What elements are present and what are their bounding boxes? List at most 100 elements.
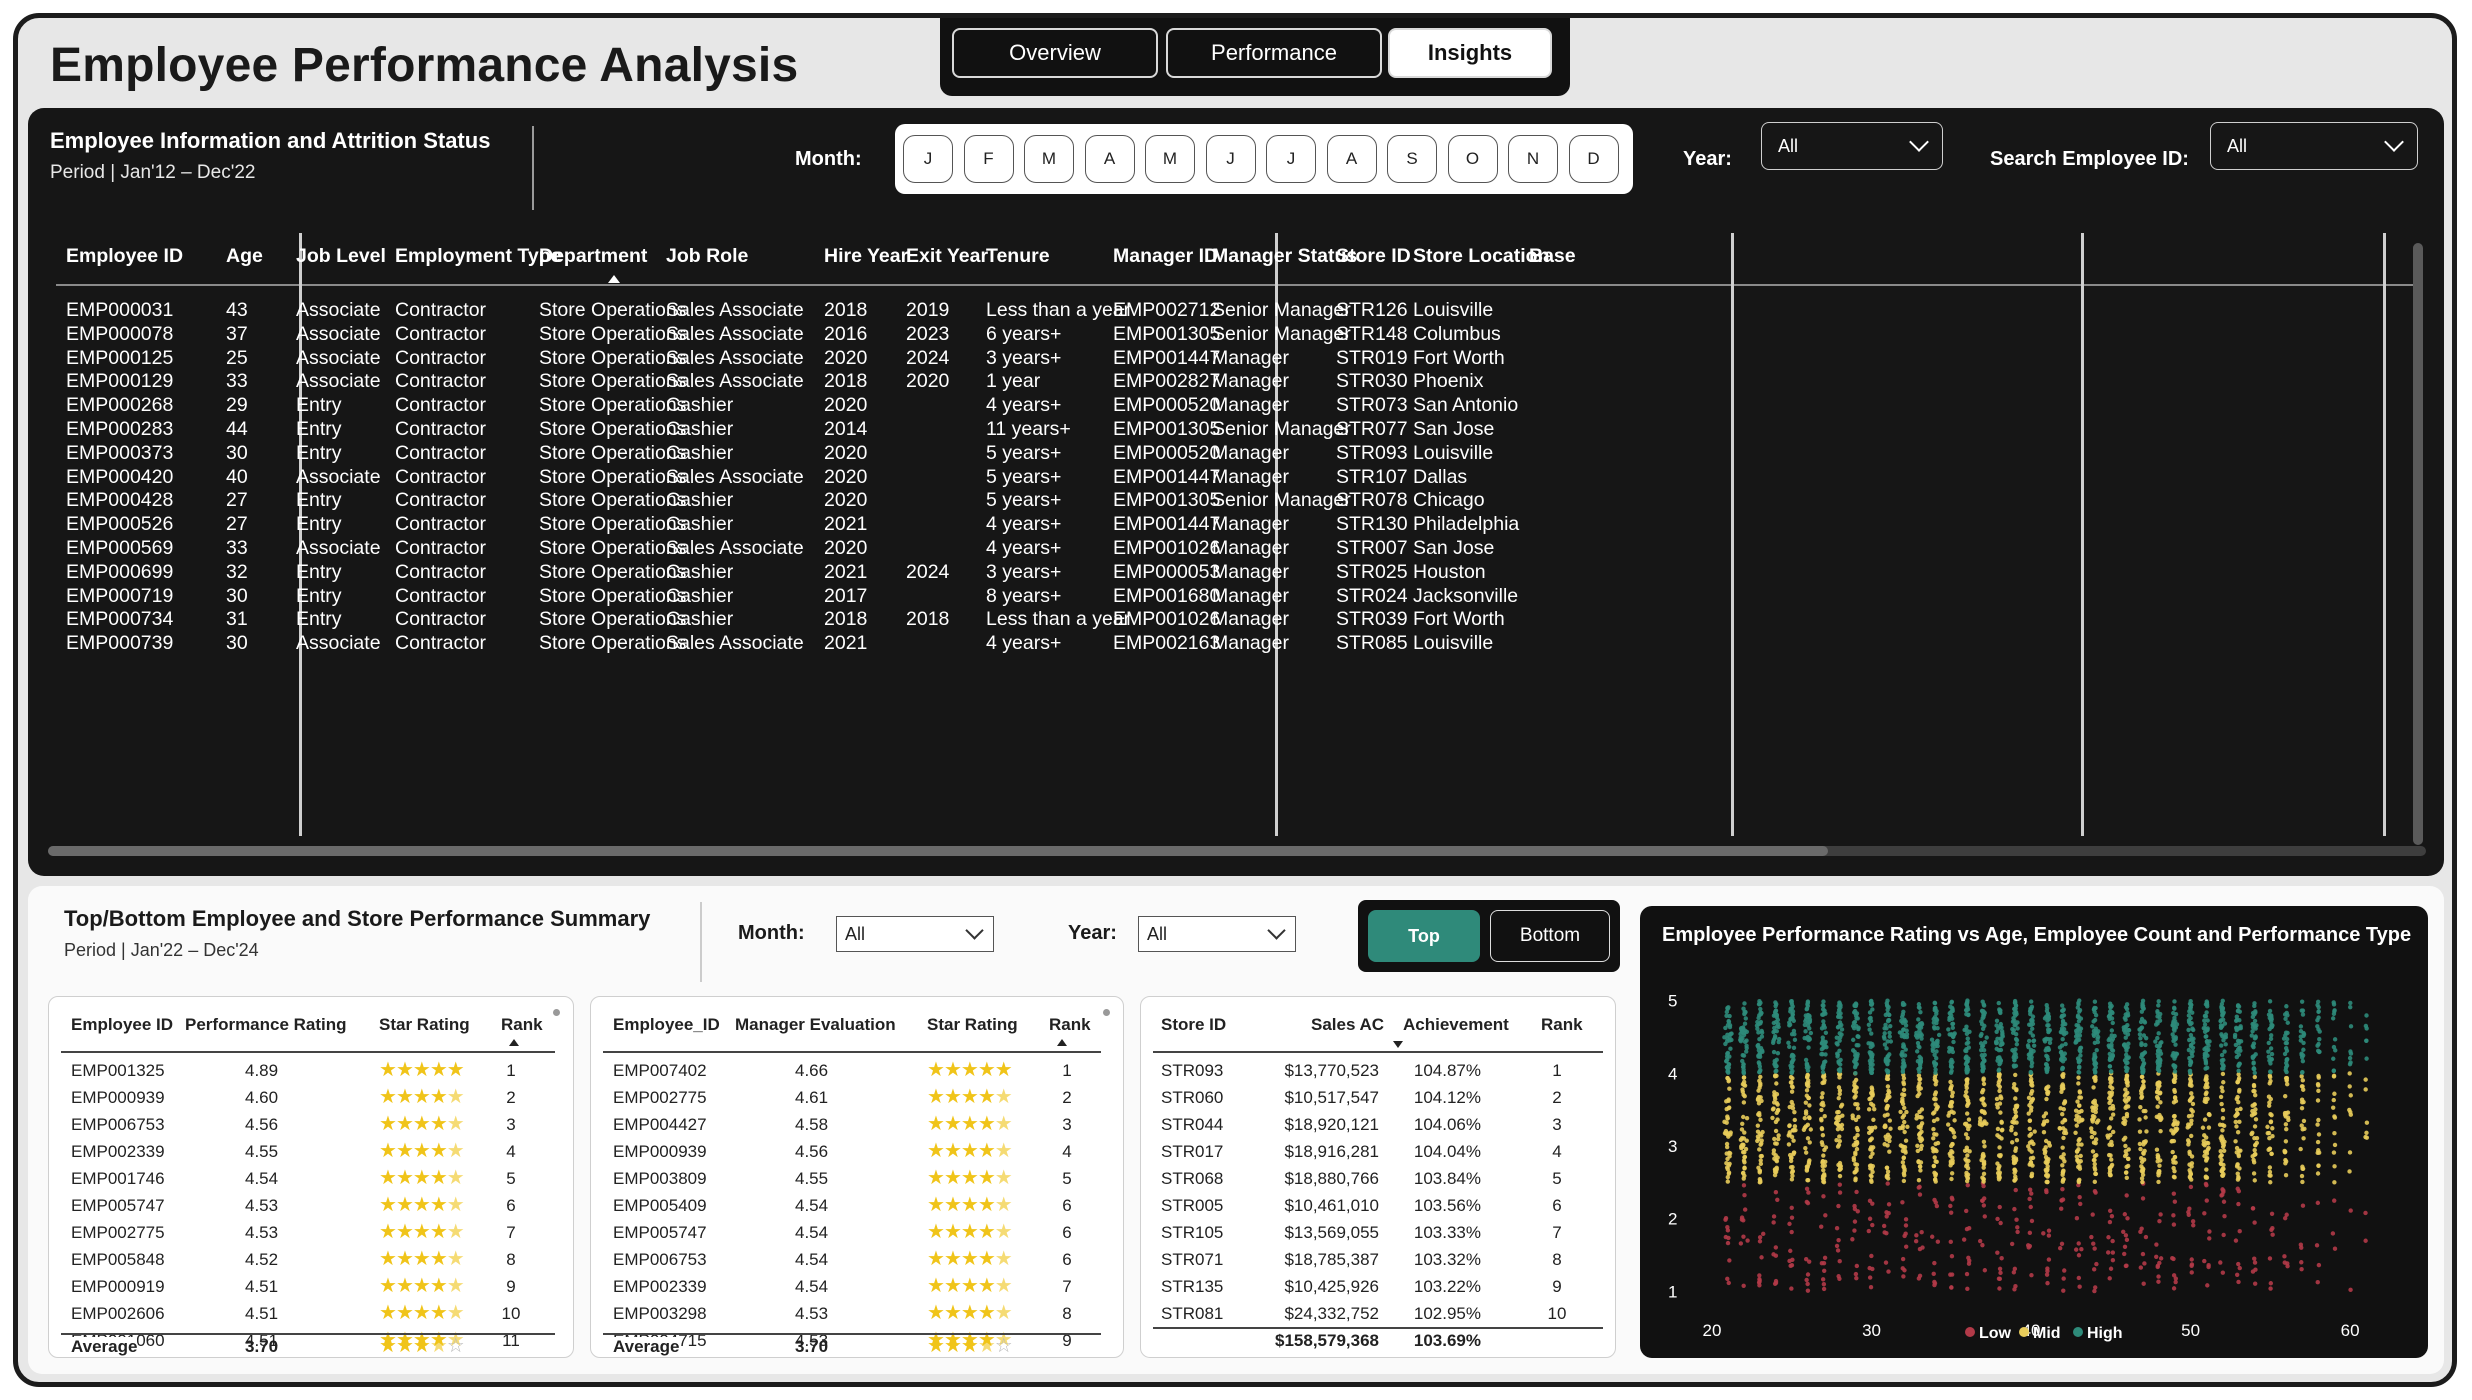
column-header[interactable]: Store ID	[1336, 245, 1411, 268]
column-header[interactable]: Job Role	[666, 245, 748, 268]
vertical-scrollbar[interactable]	[2413, 243, 2423, 845]
data-point	[1950, 1141, 1955, 1147]
column-header[interactable]: Exit Year	[906, 245, 988, 268]
column-header[interactable]: Employee ID	[66, 245, 183, 268]
table-cell: 11 years+	[986, 418, 1071, 440]
month-pill-7[interactable]: A	[1326, 135, 1377, 183]
table-cell: 2024	[906, 560, 950, 583]
column-header[interactable]: Performance Rating	[185, 1015, 347, 1035]
column-header[interactable]: Sales AC	[1311, 1015, 1384, 1035]
data-point	[1982, 1144, 1987, 1149]
tab-performance[interactable]: Performance	[1166, 28, 1382, 78]
data-point	[2137, 1032, 2143, 1037]
data-point	[2028, 1131, 2034, 1137]
month-pill-8[interactable]: S	[1387, 135, 1437, 183]
data-point	[1823, 1052, 1828, 1057]
column-header[interactable]: Tenure	[986, 245, 1050, 268]
data-point	[1900, 1256, 1906, 1262]
table-cell: Manager	[1212, 632, 1289, 655]
column-header[interactable]: Achievement	[1403, 1015, 1509, 1035]
summary-month-dropdown[interactable]: All	[836, 916, 994, 952]
employee-id-dropdown[interactable]: All	[2210, 122, 2418, 170]
data-point	[2250, 1029, 2255, 1034]
data-point	[1933, 1067, 1938, 1072]
data-point	[2045, 1280, 2050, 1286]
column-header[interactable]: Age	[226, 245, 263, 268]
star-icon: ★	[943, 1059, 962, 1081]
month-pill-10[interactable]: N	[1508, 135, 1558, 183]
month-pill-3[interactable]: A	[1084, 135, 1135, 183]
column-header[interactable]: Employee_ID	[613, 1015, 720, 1035]
data-point	[1792, 1117, 1798, 1123]
horizontal-scrollbar[interactable]	[48, 846, 2426, 856]
data-point	[1804, 1277, 1809, 1283]
month-pill-0[interactable]: J	[903, 135, 953, 183]
column-header[interactable]: Base	[1529, 245, 1576, 268]
column-header[interactable]: Job Level	[296, 245, 386, 268]
month-pill-1[interactable]: F	[963, 135, 1014, 183]
more-options-icon[interactable]	[1103, 1009, 1110, 1016]
data-point	[2237, 1087, 2242, 1093]
data-point	[2139, 1042, 2144, 1048]
store-id-cell: STR060	[1161, 1088, 1224, 1107]
column-header[interactable]: Rank	[1541, 1015, 1583, 1035]
month-pill-5[interactable]: J	[1205, 135, 1256, 183]
summary-year-dropdown[interactable]: All	[1138, 916, 1296, 952]
data-point	[1725, 1051, 1730, 1056]
data-point	[2076, 1275, 2082, 1281]
column-header[interactable]: Manager Evaluation	[735, 1015, 896, 1035]
column-header[interactable]: Star Rating	[379, 1015, 470, 1035]
data-point	[1951, 1039, 1956, 1045]
data-point	[2124, 1175, 2129, 1181]
column-header[interactable]: Hire Year	[824, 245, 908, 268]
data-point	[2123, 1135, 2128, 1140]
data-point	[2250, 1103, 2255, 1108]
month-pill-9[interactable]: O	[1447, 135, 1498, 183]
top-button[interactable]: Top	[1368, 910, 1480, 962]
column-header[interactable]: Employee ID	[71, 1015, 173, 1035]
year-dropdown[interactable]: All	[1761, 122, 1943, 170]
tab-insights[interactable]: Insights	[1388, 28, 1552, 78]
data-point	[1741, 1183, 1747, 1188]
month-pill-11[interactable]: D	[1568, 135, 1619, 183]
table-cell: Store Operations	[539, 513, 687, 536]
data-point	[2045, 1179, 2050, 1185]
column-header[interactable]: Rank	[501, 1015, 543, 1035]
column-header[interactable]: Star Rating	[927, 1015, 1018, 1035]
data-point	[2014, 1087, 2019, 1092]
table-cell: 2021	[824, 560, 868, 583]
table-cell: Entry	[296, 560, 342, 583]
data-point	[1965, 1077, 1970, 1082]
table-cell: EMP001447	[1113, 346, 1221, 369]
data-point	[2188, 1133, 2194, 1139]
more-options-icon[interactable]	[553, 1009, 560, 1016]
data-point	[1804, 1062, 1810, 1067]
data-point	[1981, 1171, 1987, 1177]
legend-label: High	[2087, 1325, 2123, 1342]
table-cell: 2018	[906, 608, 950, 631]
month-pill-2[interactable]: M	[1024, 135, 1074, 183]
data-point	[1869, 1174, 1874, 1179]
month-pill-6[interactable]: J	[1266, 135, 1316, 183]
data-point	[2299, 999, 2305, 1004]
column-header[interactable]: Department	[539, 245, 647, 268]
star-icon: ★	[994, 1113, 1013, 1135]
month-pill-4[interactable]: M	[1145, 135, 1195, 183]
data-point	[1995, 1126, 2001, 1132]
tab-overview[interactable]: Overview	[952, 28, 1158, 78]
column-header[interactable]: Rank	[1049, 1015, 1091, 1035]
data-point	[2253, 1092, 2258, 1098]
column-header[interactable]: Store ID	[1161, 1015, 1226, 1035]
data-point	[2205, 1018, 2210, 1023]
star-icon: ★	[446, 1194, 465, 1216]
scrollbar-thumb[interactable]	[48, 846, 1828, 856]
column-header[interactable]: Manager ID	[1113, 245, 1218, 268]
bottom-button[interactable]: Bottom	[1490, 910, 1610, 962]
table-cell: STR130	[1336, 513, 1408, 536]
data-point	[1994, 1018, 2000, 1023]
achievement-cell: 103.22%	[1413, 1277, 1481, 1296]
data-point	[1805, 1136, 1811, 1141]
data-point	[1820, 1035, 1825, 1040]
data-point	[1902, 1233, 1907, 1239]
column-header[interactable]: Employment Type	[395, 245, 562, 268]
